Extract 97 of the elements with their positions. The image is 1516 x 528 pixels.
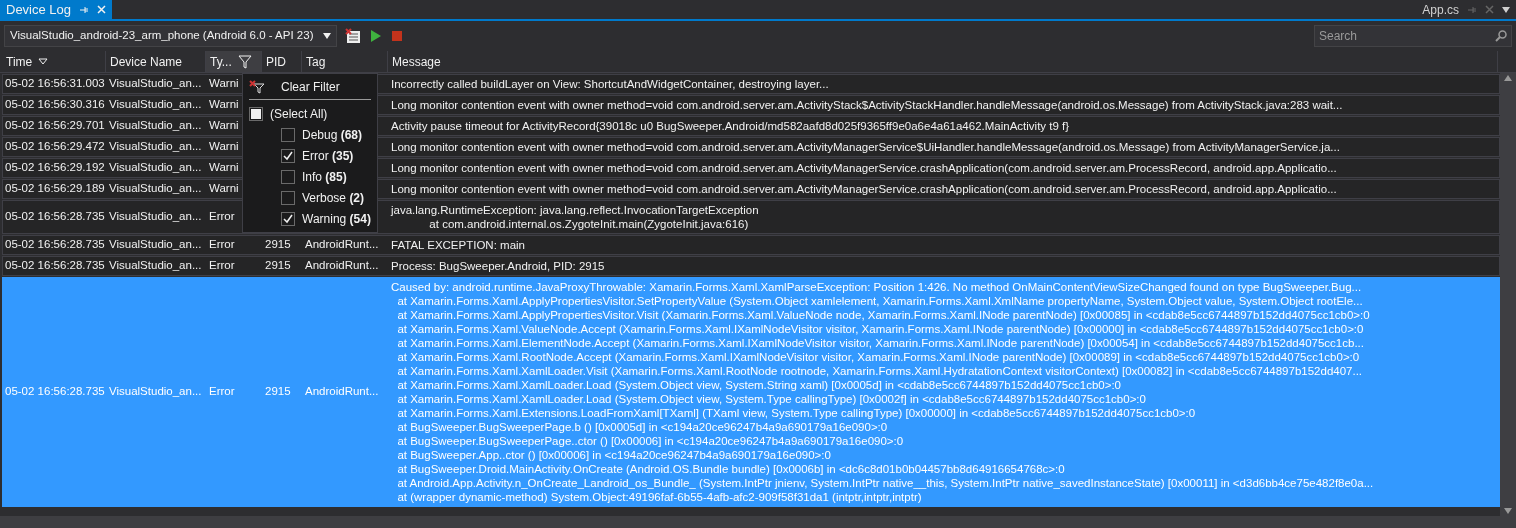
column-header[interactable]: Ty... [206,51,262,72]
table-cell: VisualStudio_an... [109,98,202,111]
message-line: Long monitor contention event with owner method=void com.android.server.am.ActivityManagerService.crashApplication(com.android.server.am.ProcessRecord, android.app.Applicatio... [391,161,1338,175]
table-cell: 05-02 16:56:28.735 [5,259,105,272]
clear-filter-button[interactable]: Clear Filter [281,78,340,96]
close-icon[interactable] [1485,4,1494,14]
device-dropdown[interactable]: VisualStudio_android-23_arm_phone (Android 6.0 - API 23) [4,25,338,47]
table-cell: VisualStudio_an... [109,210,202,223]
caret-icon[interactable] [323,33,332,39]
dropdown-caret-icon[interactable] [1502,6,1510,13]
message-line: at Xamarin.Forms.Xaml.XamlLoader.Load (System.Object view, System.Type callingType) [0x0002f] in <cdab8e5cc6744897b152dd4075cc1cb0>:0 [396,392,1147,406]
clear-log-icon[interactable] [345,28,362,44]
table-cell: VisualStudio_an... [109,161,202,174]
message-line: Long monitor contention event with owner method=void com.android.server.am.ActivityManagerService$UiHandler.handleMessage(android.os.Message) from ActivityManagerService.ja... [391,140,1341,154]
message-line: at BugSweeper.Droid.MainActivity.OnCreate (Android.OS.Bundle bundle) [0x0006b] in <dc6c8d01b0b04457bb8d64916654768c>:0 [396,462,1066,476]
table-cell: VisualStudio_an... [109,140,202,153]
search-icon [1495,30,1507,42]
clear-filter-icon [249,80,265,94]
filter-option[interactable]: Info (85) [249,168,371,186]
message-line: at Xamarin.Forms.Xaml.XamlLoader.Visit (Xamarin.Forms.Xaml.RootNode rootnode, Xamarin.Forms.Xaml.HydratationContext visitorContext) [0x00082] in <cdab8e5cc6744897b152dd407... [396,364,1364,378]
message-line: at com.android.internal.os.ZygoteInit.main(ZygoteInit.java:616) [428,217,750,231]
message-line: at Xamarin.Forms.Xaml.ValueNode.Accept (Xamarin.Forms.Xaml.IXamlNodeVisitor visitor, Xamarin.Forms.Xaml.INode parentNode) [0x00000] in <cdab8e5cc6744897b152dd4075cc1cb0>:0 [396,322,1365,336]
table-cell: VisualStudio_an... [109,77,202,90]
message-line: Long monitor contention event with owner method=void com.android.server.am.ActivityStack$ActivityStackHandler.handleMessage(android.os.Message) from ActivityStack.java:283 wait... [391,98,1344,112]
table-cell: Error [209,210,235,223]
table-cell: Warni [209,140,239,153]
table-cell: Error [209,259,235,272]
log-row[interactable]: 05-02 16:56:28.735 VisualStudio_an... Error 2915 AndroidRunt... Process: BugSweeper.Android, PID: 2915 [2,256,1500,276]
message-line: at Xamarin.Forms.Xaml.ApplyPropertiesVisitor.SetPropertyValue (System.Object xamlelement, Xamarin.Forms.Xaml.XmlName propertyName, System.Object value, System.Object rootEle... [396,294,1364,308]
table-cell: 2915 [265,385,291,398]
table-cell: AndroidRunt... [305,259,379,272]
table-cell: VisualStudio_an... [109,238,202,251]
filter-option[interactable]: Error (35) [249,147,371,165]
message-line: Process: BugSweeper.Android, PID: 2915 [391,259,606,273]
message-line: at BugSweeper.App..ctor () [0x00006] in <c194a20ce96247b4a9a690179a16e090>:0 [396,448,832,462]
checkbox[interactable] [281,212,295,226]
table-cell: Warni [209,98,239,111]
table-cell: Warni [209,77,239,90]
log-row[interactable]: 05-02 16:56:28.735 VisualStudio_an... Error 2915 AndroidRunt... FATAL EXCEPTION: main [2,235,1500,255]
tab[interactable]: Device Log [0,0,113,19]
table-cell: VisualStudio_an... [109,385,202,398]
filter-option[interactable]: Warning (54) [249,210,371,228]
table-cell: 05-02 16:56:29.472 [5,140,105,153]
message-line: Long monitor contention event with owner method=void com.android.server.am.ActivityManagerService.crashApplication(com.android.server.am.ProcessRecord, android.app.Applicatio... [391,182,1338,196]
message-line: Caused by: android.runtime.JavaProxyThrowable: Xamarin.Forms.Xaml.XamlParseException: Position 1:426. No method OnMainContentViewSizeChanged found on type BugSweeper.Bug... [391,280,1363,294]
table-cell: Warni [209,182,239,195]
checkbox[interactable] [281,128,295,142]
stop-icon[interactable] [391,30,404,42]
message-line: at Xamarin.Forms.Xaml.ElementNode.Accept (Xamarin.Forms.Xaml.IXamlNodeVisitor visitor, Xamarin.Forms.Xaml.INode parentNode) [0x00054] in <cdab8e5cc6744897b152dd4075cc1cb... [396,336,1365,350]
table-cell: Error [209,238,235,251]
table-cell: 05-02 16:56:28.735 [5,385,105,398]
message-line: java.lang.RuntimeException: java.lang.reflect.InvocationTargetException [391,203,760,217]
message-line: at Xamarin.Forms.Xaml.Extensions.LoadFromXaml[TXaml] (TXaml view, System.Type callingType) [0x00000] in <cdab8e5cc6744897b152dd4075cc1cb0>:0 [396,406,1197,420]
message-line: Activity pause timeout for ActivityRecord{39018c u0 BugSweeper.Android/md582aafd8d025f9365ff9e0a6e4a61a462.MainActivity t9 f} [391,119,1071,133]
table-cell: 2915 [265,259,291,272]
search-field[interactable]: Search [1314,25,1512,47]
message-line: at BugSweeper.BugSweeperPage.b () [0x0005d] in <c194a20ce96247b4a9a690179a16e090>:0 [396,420,889,434]
table-cell: 2915 [265,238,291,251]
scroll-up-icon[interactable] [1504,75,1512,81]
table-cell: 05-02 16:56:29.701 [5,119,105,132]
filter-icon[interactable] [237,54,252,69]
table-cell: 05-02 16:56:28.735 [5,210,105,223]
scroll-down-icon[interactable] [1504,508,1512,514]
message-line: at Xamarin.Forms.Xaml.XamlLoader.Load (System.Object view, System.String xaml) [0x0005d] in <cdab8e5cc6744897b152dd4075cc1cb0>:0 [396,378,1122,392]
table-cell: 05-02 16:56:30.316 [5,98,105,111]
pin-icon[interactable] [1467,4,1477,15]
indeterminate-square-icon [251,109,261,119]
table-cell: 05-02 16:56:28.735 [5,238,105,251]
checkbox[interactable] [281,191,295,205]
table-cell: AndroidRunt... [305,385,379,398]
message-line: at Xamarin.Forms.Xaml.RootNode.Accept (Xamarin.Forms.Xaml.IXamlNodeVisitor visitor, Xamarin.Forms.Xaml.INode parentNode) [0x00089] in <cdab8e5cc6744897b152dd4075cc1cb0>:0 [396,350,1361,364]
checkbox[interactable] [281,170,295,184]
table-cell: 05-02 16:56:29.189 [5,182,105,195]
table-cell: Warni [209,161,239,174]
message-line: Incorrectly called buildLayer on View: ShortcutAndWidgetContainer, destroying layer... [391,77,830,91]
column-header[interactable]: Message [388,51,1498,72]
column-header[interactable]: Time [2,51,106,72]
column-header[interactable]: PID [262,51,302,72]
checkbox[interactable] [249,107,263,121]
message-line: at Xamarin.Forms.Xaml.ApplyPropertiesVisitor.Visit (Xamarin.Forms.Xaml.ValueNode node, Xamarin.Forms.Xaml.INode parentNode) [0x00085] in <cdab8e5cc6744897b152dd4075cc1cb0>:0 [396,308,1371,322]
table-cell: VisualStudio_an... [109,259,202,272]
table-cell: AndroidRunt... [305,238,379,251]
message-line: at (wrapper dynamic-method) System.Object:49196faf-6b55-4afb-afc2-909f58f31da1 (intptr,intptr,intptr) [396,490,923,504]
pin-icon[interactable] [79,4,90,15]
table-cell: VisualStudio_an... [109,119,202,132]
message-line: at BugSweeper.BugSweeperPage..ctor () [0x00006] in <c194a20ce96247b4a9a690179a16e090>:0 [396,434,905,448]
table-cell: VisualStudio_an... [109,182,202,195]
table-cell: 05-02 16:56:29.192 [5,161,105,174]
table-cell: Warni [209,119,239,132]
table-cell: 05-02 16:56:31.003 [5,77,105,90]
message-line: FATAL EXCEPTION: main [391,238,526,252]
table-cell: Error [209,385,235,398]
checkbox[interactable] [281,149,295,163]
message-line: at Android.App.Activity.n_OnCreate_Landroid_os_Bundle_ (System.IntPtr jnienv, System.IntPtr native__this, System.IntPtr native_savedInstanceState) [0x00011] in <d3d6bb4ce75e482f8e0a... [396,476,1375,490]
column-header[interactable]: Tag [302,51,388,72]
scrollbar[interactable] [1500,73,1516,516]
tab[interactable]: App.cs [1416,0,1516,19]
